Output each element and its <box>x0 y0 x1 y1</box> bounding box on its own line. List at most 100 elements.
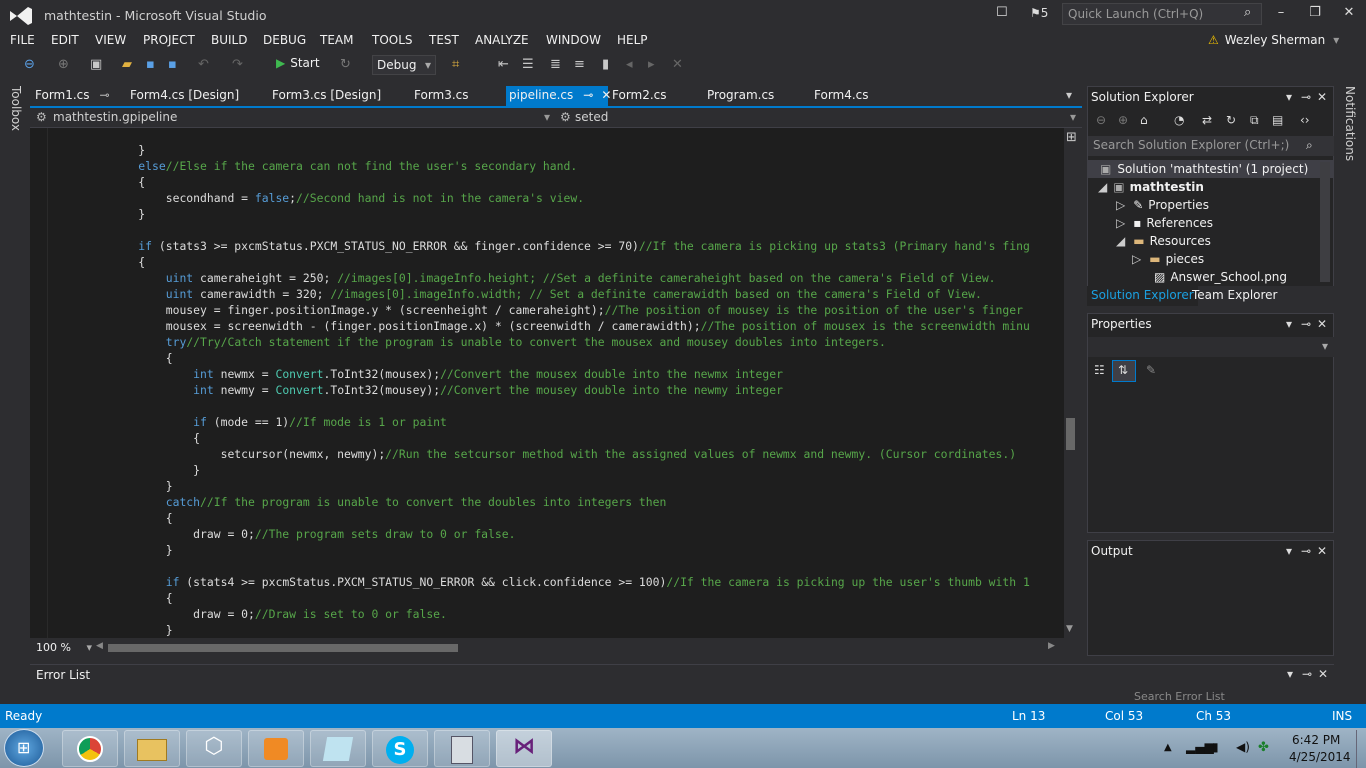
search-icon[interactable]: ⌕ <box>1306 138 1313 153</box>
back-icon[interactable]: ⊖ <box>24 57 35 72</box>
scroll-down-icon[interactable]: ▼ <box>1066 624 1073 634</box>
code-line[interactable] <box>56 222 1030 238</box>
chevron-down-icon[interactable]: ▾ <box>1322 339 1328 353</box>
pin-icon[interactable]: ⊸ <box>100 88 110 102</box>
type-dropdown[interactable]: mathtestin.gpipeline <box>53 110 177 124</box>
menu-window[interactable]: WINDOW <box>546 33 601 47</box>
home-icon[interactable]: ⌂ <box>1140 113 1148 127</box>
menu-file[interactable]: FILE <box>10 33 35 47</box>
solution-explorer-search-input[interactable]: Search Solution Explorer (Ctrl+;) <box>1088 136 1334 156</box>
back-icon[interactable]: ⊖ <box>1096 113 1106 127</box>
code-line[interactable]: if (mode == 1)//If mode is 1 or paint <box>56 414 1030 430</box>
maximize-button[interactable]: ❐ <box>1302 5 1328 23</box>
close-icon[interactable]: ✕ <box>1317 90 1327 104</box>
show-all-files-icon[interactable]: ▤ <box>1272 113 1283 127</box>
code-line[interactable]: } <box>56 206 1030 222</box>
chevron-down-icon[interactable]: ▾ <box>1070 110 1076 124</box>
open-file-icon[interactable]: ▰ <box>122 57 132 72</box>
sync-icon[interactable]: ⇄ <box>1202 113 1212 127</box>
code-line[interactable]: draw = 0;//Draw is set to 0 or false. <box>56 606 1030 622</box>
code-line[interactable]: uint cameraheight = 250; //images[0].ima… <box>56 270 1030 286</box>
object-selector[interactable] <box>1088 337 1334 357</box>
code-line[interactable]: draw = 0;//The program sets draw to 0 or… <box>56 526 1030 542</box>
code-line[interactable] <box>56 558 1030 574</box>
chevron-down-icon[interactable]: ▾ <box>1286 90 1292 104</box>
taskbar-unity[interactable]: ⬡ <box>186 730 242 767</box>
code-line[interactable]: } <box>56 542 1030 558</box>
refresh-icon[interactable]: ↻ <box>340 57 351 72</box>
pin-icon[interactable]: ⊸ <box>1301 90 1311 104</box>
error-list-search-input[interactable]: Search Error List <box>1134 690 1225 703</box>
menu-project[interactable]: PROJECT <box>143 33 195 47</box>
tree-item-solution[interactable]: ▣ Solution 'mathtestin' (1 project) <box>1100 162 1308 176</box>
save-all-icon[interactable]: ▪ <box>168 57 177 72</box>
find-in-files-icon[interactable]: ⌗ <box>452 57 459 72</box>
code-line[interactable]: } <box>56 622 1030 638</box>
new-project-icon[interactable]: ▣ <box>90 57 102 72</box>
scroll-right-icon[interactable]: ▶ <box>1048 641 1055 651</box>
tab-pipeline-cs[interactable]: pipeline.cs ⊸ ✕ <box>509 88 611 102</box>
tree-item-properties[interactable]: ▷ ✎ Properties <box>1116 198 1209 212</box>
zoom-select[interactable]: 100 % ▾ <box>36 641 92 654</box>
code-line[interactable]: { <box>56 174 1030 190</box>
taskbar-media[interactable] <box>248 730 304 767</box>
forward-icon[interactable]: ⊕ <box>1118 113 1128 127</box>
taskbar-calculator[interactable] <box>434 730 490 767</box>
user-account[interactable]: ⚠ Wezley Sherman ▾ <box>1208 33 1339 47</box>
code-line[interactable]: { <box>56 510 1030 526</box>
menu-debug[interactable]: DEBUG <box>263 33 306 47</box>
close-icon[interactable]: ✕ <box>1318 667 1328 681</box>
forward-icon[interactable]: ⊕ <box>58 57 69 72</box>
notifications-flag[interactable]: ⚑5 <box>1030 6 1048 20</box>
solution-explorer-scrollbar[interactable] <box>1320 162 1330 282</box>
code-line[interactable]: else//Else if the camera can not find th… <box>56 158 1030 174</box>
battery-icon[interactable]: ▮ <box>1212 740 1219 754</box>
network-icon[interactable]: ✤ <box>1258 740 1269 755</box>
code-line[interactable]: uint camerawidth = 320; //images[0].imag… <box>56 286 1030 302</box>
tab-form4-cs[interactable]: Form4.cs <box>814 88 869 102</box>
tab-form4-design[interactable]: Form4.cs [Design] <box>130 88 239 102</box>
tree-item-pieces[interactable]: ▷ ▬ pieces <box>1132 252 1204 266</box>
search-icon[interactable]: ⌕ <box>1244 5 1251 20</box>
chevron-down-icon[interactable]: ▾ <box>544 110 550 124</box>
clock-time[interactable]: 6:42 PM <box>1292 733 1340 747</box>
code-line[interactable]: { <box>56 430 1030 446</box>
view-code-icon[interactable]: ‹› <box>1300 113 1310 127</box>
code-line[interactable]: { <box>56 350 1030 366</box>
signal-icon[interactable]: ▂▄▆ <box>1186 740 1214 754</box>
code-line[interactable]: mousey = finger.positionImage.y * (scree… <box>56 302 1030 318</box>
format-icon[interactable]: ☰ <box>522 57 534 72</box>
code-line[interactable]: if (stats4 >= pxcmStatus.PXCM_STATUS_NO_… <box>56 574 1030 590</box>
code-line[interactable]: } <box>56 478 1030 494</box>
next-bookmark-icon[interactable]: ▸ <box>648 57 655 72</box>
taskbar-visual-studio[interactable]: ⋈ <box>496 730 552 767</box>
menu-analyze[interactable]: ANALYZE <box>475 33 529 47</box>
save-icon[interactable]: ▪ <box>146 57 155 72</box>
scroll-left-icon[interactable]: ◀ <box>96 641 103 651</box>
quick-launch-input[interactable]: Quick Launch (Ctrl+Q) <box>1062 3 1262 25</box>
history-icon[interactable]: ◔ <box>1174 113 1184 127</box>
code-line[interactable]: secondhand = false;//Second hand is not … <box>56 190 1030 206</box>
volume-icon[interactable]: ◀) <box>1236 740 1250 754</box>
code-text[interactable]: } else//Else if the camera can not find … <box>56 142 1030 638</box>
show-hidden-icons[interactable]: ▲ <box>1164 742 1172 753</box>
code-line[interactable]: setcursor(newmx, newmy);//Run the setcur… <box>56 446 1030 462</box>
menu-test[interactable]: TEST <box>429 33 459 47</box>
code-line[interactable]: } <box>56 142 1030 158</box>
menu-tools[interactable]: TOOLS <box>372 33 413 47</box>
tab-solution-explorer[interactable]: Solution Explorer <box>1087 286 1198 306</box>
taskbar-chrome[interactable] <box>62 730 118 767</box>
tab-form3-cs[interactable]: Form3.cs <box>414 88 469 102</box>
code-line[interactable]: { <box>56 254 1030 270</box>
tab-overflow-icon[interactable]: ▾ <box>1066 88 1072 102</box>
menu-edit[interactable]: EDIT <box>51 33 79 47</box>
code-line[interactable]: try//Try/Catch statement if the program … <box>56 334 1030 350</box>
code-line[interactable]: if (stats3 >= pxcmStatus.PXCM_STATUS_NO_… <box>56 238 1030 254</box>
tree-item-references[interactable]: ▷ ▪ References <box>1116 216 1213 230</box>
menu-build[interactable]: BUILD <box>211 33 247 47</box>
close-button[interactable]: ✕ <box>1336 5 1362 23</box>
code-line[interactable]: } <box>56 462 1030 478</box>
tab-form3-design[interactable]: Form3.cs [Design] <box>272 88 381 102</box>
vertical-scrollbar[interactable] <box>1064 128 1081 638</box>
close-tab-icon[interactable]: ✕ <box>601 88 611 102</box>
